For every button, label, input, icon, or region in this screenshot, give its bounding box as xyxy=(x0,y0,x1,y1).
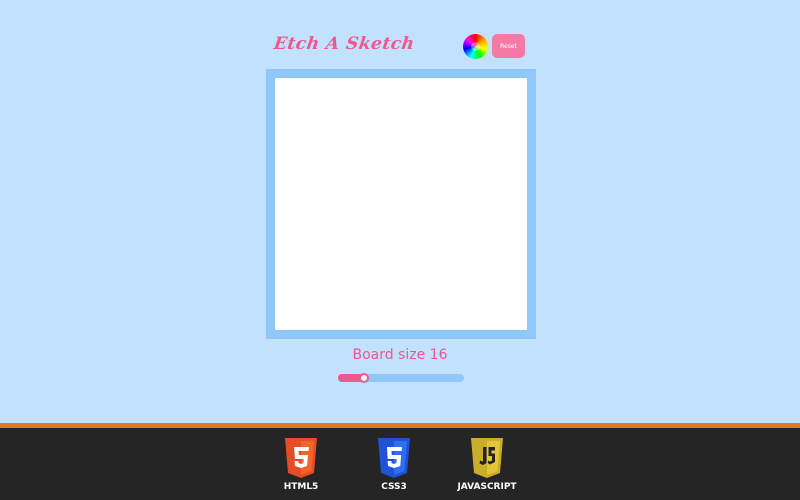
sketch-board[interactable] xyxy=(266,69,536,339)
tech-javascript: JAVASCRIPT xyxy=(442,438,532,492)
reset-button[interactable]: Reset xyxy=(492,34,525,58)
tech-label-css3: CSS3 xyxy=(381,482,407,492)
board-size-slider[interactable] xyxy=(338,373,464,383)
tech-css3: CSS3 xyxy=(349,438,439,492)
board-size-label: Board size 16 xyxy=(352,347,448,363)
board-size-slider-fill xyxy=(338,374,361,382)
tech-label-html5: HTML5 xyxy=(283,482,319,492)
color-wheel-icon[interactable] xyxy=(463,34,488,59)
tech-label-javascript: JAVASCRIPT xyxy=(457,482,517,492)
javascript-icon xyxy=(471,438,503,478)
tech-html5: HTML5 xyxy=(256,438,346,492)
board-size-slider-thumb[interactable] xyxy=(359,373,369,383)
page-title: Etch A Sketch xyxy=(272,34,416,54)
css3-icon xyxy=(378,438,410,478)
html5-icon xyxy=(285,438,317,478)
footer: HTML5 CSS3 JAVASCRIPT xyxy=(0,423,800,500)
